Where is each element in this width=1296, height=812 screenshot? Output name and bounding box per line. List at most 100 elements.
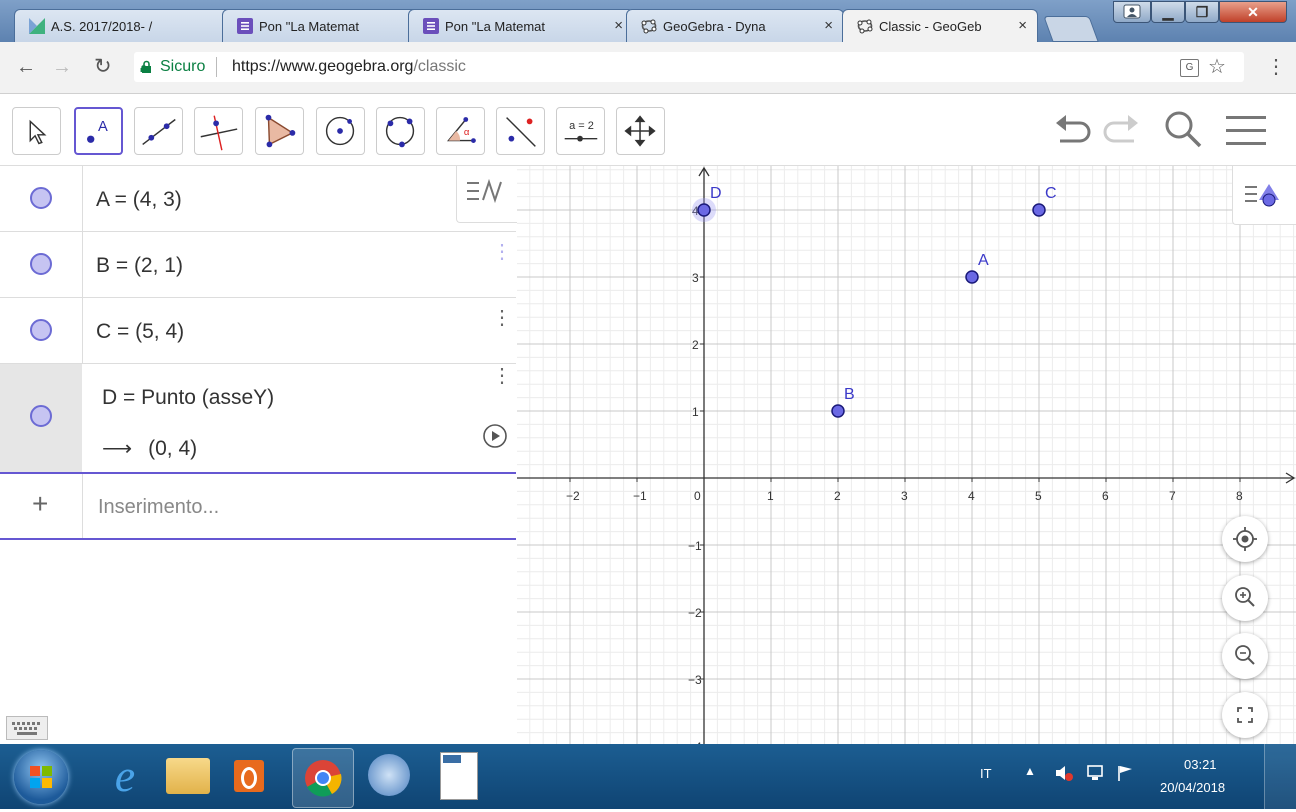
forms-icon <box>237 18 253 34</box>
row-divider <box>82 232 83 298</box>
more-options-icon[interactable]: ⋮ <box>492 308 512 328</box>
algebra-row-output: ⟶ (0, 4) <box>102 436 197 461</box>
algebra-row-c[interactable]: C = (5, 4) ⋮ <box>0 298 516 364</box>
graphics-style-bar-toggle[interactable] <box>1232 166 1296 225</box>
menu-dots-icon[interactable]: ⋮ <box>1266 54 1286 79</box>
reflect-icon <box>506 117 536 147</box>
line-icon <box>142 118 176 145</box>
translate-icon[interactable]: G <box>1180 59 1199 77</box>
geogebra-icon <box>857 19 873 34</box>
start-button[interactable] <box>14 750 68 804</box>
forward-arrow-icon[interactable]: → <box>52 56 72 79</box>
show-hidden-icons-icon[interactable]: ▲ <box>1024 764 1036 778</box>
undo-icon[interactable] <box>1052 111 1092 147</box>
office-app-icon[interactable] <box>234 760 264 792</box>
y-tick-label: −2 <box>688 606 702 620</box>
visibility-toggle[interactable] <box>30 253 52 275</box>
algebra-row-a[interactable]: A = (4, 3) <box>0 166 517 232</box>
x-tick-label: 0 <box>694 489 701 503</box>
input-bar[interactable]: Inserimento... <box>98 496 219 519</box>
algebra-input-row[interactable]: + Inserimento... <box>0 474 516 540</box>
reload-icon[interactable]: ↻ <box>94 54 112 79</box>
algebra-view: A = (4, 3) B = (2, 1) ⋮ C = (5, 4) ⋮ D =… <box>0 166 518 744</box>
x-tick-label: 8 <box>1236 489 1243 503</box>
file-explorer-icon[interactable] <box>166 758 210 794</box>
show-desktop-button[interactable] <box>1264 744 1296 809</box>
virtual-keyboard-button[interactable] <box>6 716 48 740</box>
hamburger-menu-icon[interactable] <box>1224 112 1268 148</box>
line-tool[interactable] <box>134 107 183 155</box>
new-tab-button[interactable] <box>1043 16 1099 42</box>
circle-center-tool[interactable] <box>316 107 365 155</box>
more-options-icon[interactable]: ⋮ <box>492 242 512 262</box>
point-D-label: D <box>710 185 722 202</box>
back-arrow-icon[interactable]: ← <box>16 56 36 79</box>
move-tool[interactable] <box>12 107 61 155</box>
geogebra-triangle-icon <box>29 18 45 34</box>
svg-text:A: A <box>98 119 108 135</box>
point-A[interactable] <box>965 270 979 284</box>
algebra-row-text[interactable]: C = (5, 4) <box>96 320 184 344</box>
algebra-row-text[interactable]: A = (4, 3) <box>96 188 182 212</box>
point-D[interactable] <box>697 203 711 217</box>
slider-tool[interactable]: a = 2 <box>556 107 605 155</box>
office-app-inner <box>241 767 257 789</box>
volume-muted-icon[interactable] <box>1054 764 1074 782</box>
reflect-tool[interactable] <box>496 107 545 155</box>
search-icon[interactable] <box>1162 108 1204 150</box>
url-host: https://www.geogebra.org <box>232 58 414 75</box>
point-tool[interactable]: A <box>74 107 123 155</box>
network-icon[interactable] <box>1086 764 1106 782</box>
algebra-row-b[interactable]: B = (2, 1) ⋮ <box>0 232 516 298</box>
bookmark-star-icon[interactable]: ☆ <box>1208 52 1226 82</box>
tab-5-label: Classic - GeoGeb <box>879 19 982 34</box>
graphics-view[interactable]: −2−1012345678−4−3−2−11234ABCD <box>517 166 1296 744</box>
zoom-in-button[interactable] <box>1222 575 1268 621</box>
clock-time[interactable]: 03:21 <box>1184 757 1217 772</box>
keyboard-icon <box>12 722 40 735</box>
move-view-tool[interactable] <box>616 107 665 155</box>
algebra-row-text[interactable]: B = (2, 1) <box>96 254 183 278</box>
graphics-canvas[interactable]: −2−1012345678−4−3−2−11234ABCD <box>517 166 1296 744</box>
play-icon[interactable] <box>482 423 508 449</box>
circle-three-points-tool[interactable] <box>376 107 425 155</box>
tab-3[interactable]: Pon "La Matemat × <box>408 9 634 42</box>
polygon-tool[interactable] <box>255 107 304 155</box>
tab-5-active[interactable]: Classic - GeoGeb × <box>842 9 1038 43</box>
add-icon[interactable]: + <box>32 488 48 520</box>
thunderbird-icon[interactable] <box>368 754 410 796</box>
algebra-row-d[interactable]: D = Punto (asseY) ⟶ (0, 4) ⋮ <box>0 364 516 474</box>
visibility-toggle[interactable] <box>30 187 52 209</box>
perpendicular-tool[interactable] <box>194 107 243 155</box>
visibility-toggle[interactable] <box>30 405 52 427</box>
tab-close-icon[interactable]: × <box>614 17 623 34</box>
x-tick-label: 4 <box>968 489 975 503</box>
angle-tool[interactable]: α <box>436 107 485 155</box>
more-options-icon[interactable]: ⋮ <box>492 366 512 386</box>
url-path: /classic <box>413 58 466 75</box>
url-field[interactable]: 🔒︎ Sicuro https://www.geogebra.org/class… <box>134 52 1244 82</box>
point-B[interactable] <box>831 404 845 418</box>
odf-document-icon[interactable] <box>440 752 478 800</box>
action-center-flag-icon[interactable] <box>1116 764 1136 782</box>
standard-view-button[interactable] <box>1222 516 1268 562</box>
point-C-label: C <box>1045 185 1057 202</box>
tab-2[interactable]: Pon "La Matemat × <box>222 9 428 42</box>
algebra-row-definition[interactable]: D = Punto (asseY) <box>102 386 274 410</box>
chrome-taskbar-button[interactable] <box>292 748 354 808</box>
clock-date[interactable]: 20/04/2018 <box>1160 780 1225 795</box>
tab-1[interactable]: A.S. 2017/2018- / × <box>14 9 242 42</box>
fullscreen-button[interactable] <box>1222 692 1268 738</box>
tab-close-icon[interactable]: × <box>1018 17 1027 34</box>
zoom-out-button[interactable] <box>1222 633 1268 679</box>
point-C[interactable] <box>1032 203 1046 217</box>
redo-icon[interactable] <box>1102 111 1142 147</box>
y-tick-label: 3 <box>692 271 699 285</box>
style-bar-toggle[interactable] <box>456 166 517 223</box>
geogebra-icon <box>641 19 657 34</box>
tab-close-icon[interactable]: × <box>824 17 833 34</box>
internet-explorer-icon[interactable]: e <box>100 752 150 800</box>
tab-4[interactable]: GeoGebra - Dyna × <box>626 9 844 42</box>
visibility-toggle[interactable] <box>30 319 52 341</box>
language-indicator[interactable]: IT <box>980 766 992 781</box>
